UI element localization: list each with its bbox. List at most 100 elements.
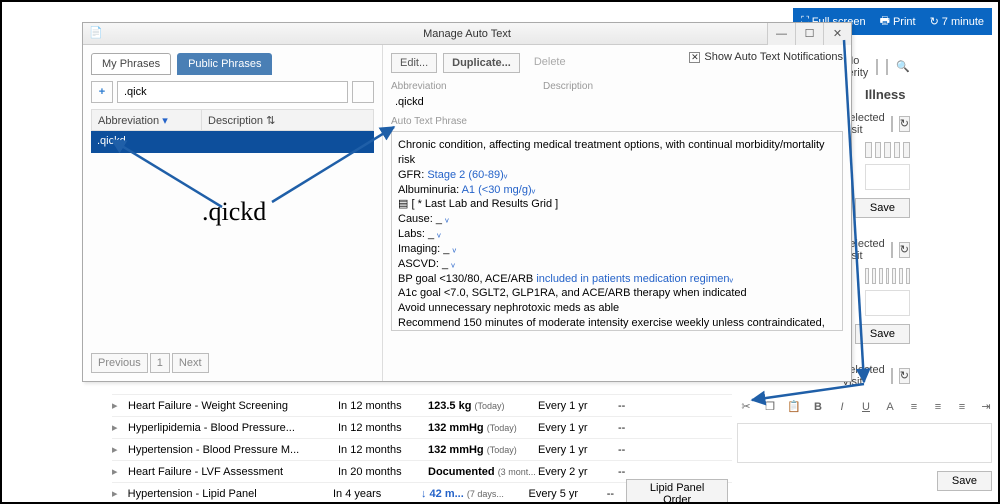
expand-icon[interactable]: ▸	[112, 421, 128, 434]
fmt-btn[interactable]	[865, 142, 872, 158]
rich-text-toolbar: ✂ ❐ 📋 B I U A ≡ ≡ ≡ ⇥ ⇤	[737, 397, 1000, 415]
rec-freq: Every 1 yr	[538, 444, 618, 456]
column-headers: Abbreviation ▾ Description ⇅	[91, 109, 374, 131]
selected-phrase-row[interactable]: .qickd	[91, 131, 374, 153]
row-abbr: .qickd	[91, 131, 201, 153]
tab-public-phrases[interactable]: Public Phrases	[177, 53, 272, 75]
align-center-icon[interactable]: ≡	[929, 397, 947, 415]
phrase-line: Chronic condition, affecting medical tre…	[398, 138, 836, 168]
annotation-label: .qickd	[202, 197, 266, 227]
save-button[interactable]: Save	[937, 471, 992, 491]
col-abbr[interactable]: Abbreviation	[98, 115, 159, 127]
save-button[interactable]: Save	[855, 324, 910, 344]
manage-auto-text-window: 📄 Manage Auto Text — ☐ ✕ ✕ Show Auto Tex…	[82, 22, 852, 382]
align-right-icon[interactable]: ≡	[953, 397, 971, 415]
search-icon[interactable]: 🔍	[896, 60, 910, 73]
rec-value: ↓ 42 m... (7 days...	[421, 488, 529, 500]
phrase-line: ASCVD: _ ᵥ	[398, 257, 836, 272]
text-entry-rte[interactable]	[737, 423, 992, 463]
table-row[interactable]: ▸ Hypertension - Lipid Panel In 4 years …	[112, 482, 732, 504]
phrase-line: Recommend 150 minutes of moderate intens…	[398, 316, 836, 331]
window-title: Manage Auto Text	[423, 28, 511, 40]
search-dropdown-icon[interactable]	[352, 81, 374, 103]
expand-icon[interactable]: ▸	[112, 399, 128, 412]
font-color-button[interactable]: A	[881, 397, 899, 415]
rec-due: In 4 years	[333, 488, 421, 500]
time-indicator: ↻ 7 minute	[930, 15, 984, 28]
maximize-button[interactable]: ☐	[795, 23, 823, 45]
visit-btn-2[interactable]	[891, 242, 893, 258]
fmt-btn[interactable]	[903, 142, 910, 158]
lipid-panel-order-button[interactable]: Lipid Panel Order	[626, 479, 728, 504]
sort-icon[interactable]	[886, 59, 888, 75]
titlebar: 📄 Manage Auto Text — ☐ ✕	[83, 23, 851, 45]
search-input[interactable]	[117, 81, 348, 103]
copy-icon[interactable]: ❐	[761, 397, 779, 415]
table-row[interactable]: ▸ Hyperlipidemia - Blood Pressure... In …	[112, 416, 732, 438]
save-button[interactable]: Save	[855, 198, 910, 218]
next-button[interactable]: Next	[172, 353, 209, 373]
minimize-button[interactable]: —	[767, 23, 795, 45]
expand-icon[interactable]: ▸	[112, 465, 128, 478]
fmt-btn[interactable]	[872, 268, 876, 284]
paging-controls: Previous 1 Next	[91, 353, 209, 373]
visit-btn-1[interactable]	[891, 116, 893, 132]
auto-text-phrase-preview: Chronic condition, affecting medical tre…	[391, 131, 843, 331]
rec-dash: --	[618, 422, 638, 434]
refresh-icon[interactable]: ↻	[899, 116, 910, 132]
table-row[interactable]: ▸ Hypertension - Blood Pressure M... In …	[112, 438, 732, 460]
fmt-btn[interactable]	[899, 268, 903, 284]
indent-icon[interactable]: ⇥	[977, 397, 995, 415]
page-number[interactable]: 1	[150, 353, 170, 373]
text-entry-1[interactable]	[865, 164, 910, 190]
cut-icon[interactable]: ✂	[737, 397, 755, 415]
fmt-btn[interactable]	[879, 268, 883, 284]
align-left-icon[interactable]: ≡	[905, 397, 923, 415]
fmt-btn[interactable]	[884, 142, 891, 158]
fmt-btn[interactable]	[906, 268, 910, 284]
duplicate-button[interactable]: Duplicate...	[443, 53, 520, 73]
prev-button[interactable]: Previous	[91, 353, 148, 373]
fmt-btn[interactable]	[892, 268, 896, 284]
rec-value: 132 mmHg (Today)	[428, 444, 538, 456]
close-button[interactable]: ✕	[823, 23, 851, 45]
edit-button[interactable]: Edit...	[391, 53, 437, 73]
visit-btn-3[interactable]	[891, 368, 893, 384]
abbr-label: Abbreviation	[391, 81, 531, 92]
expand-icon[interactable]: ▸	[112, 443, 128, 456]
table-row[interactable]: ▸ Heart Failure - Weight Screening In 12…	[112, 394, 732, 416]
recommendations-grid: ▸ Heart Failure - Weight Screening In 12…	[112, 394, 732, 504]
paste-icon[interactable]: 📋	[785, 397, 803, 415]
underline-button[interactable]: U	[857, 397, 875, 415]
rec-due: In 12 months	[338, 422, 428, 434]
text-entry-2[interactable]	[865, 290, 910, 316]
fmt-btn[interactable]	[865, 268, 869, 284]
rec-name: Hypertension - Blood Pressure M...	[128, 444, 338, 456]
desc-label: Description	[543, 81, 683, 92]
rec-name: Heart Failure - Weight Screening	[128, 400, 338, 412]
phrase-line: Labs: _ ᵥ	[398, 227, 836, 242]
add-phrase-button[interactable]: +	[91, 81, 113, 103]
fmt-btn[interactable]	[894, 142, 901, 158]
italic-button[interactable]: I	[833, 397, 851, 415]
rec-freq: Every 2 yr	[538, 466, 618, 478]
phrase-line: A1c goal <7.0, SGLT2, GLP1RA, and ACE/AR…	[398, 286, 836, 301]
phrase-line: Imaging: _ ᵥ	[398, 242, 836, 257]
rec-dash: --	[618, 444, 638, 456]
rec-value: 123.5 kg (Today)	[428, 400, 538, 412]
rec-value: 132 mmHg (Today)	[428, 422, 538, 434]
fmt-btn[interactable]	[875, 142, 882, 158]
phrase-line: ▤ [ * Last Lab and Results Grid ]	[398, 197, 836, 212]
phrase-label: Auto Text Phrase	[391, 116, 843, 127]
phrase-line: GFR: Stage 2 (60-89)ᵥ	[398, 168, 836, 183]
col-desc[interactable]: Description	[208, 115, 263, 127]
tab-my-phrases[interactable]: My Phrases	[91, 53, 171, 75]
ehr-background-panel: ✉ 0 👤 No Severity 🔍 Illness Selected Vis…	[857, 46, 918, 402]
delete-button[interactable]: Delete	[526, 53, 574, 73]
bold-button[interactable]: B	[809, 397, 827, 415]
refresh-icon[interactable]: ↻	[899, 242, 910, 258]
fmt-btn[interactable]	[886, 268, 890, 284]
refresh-icon[interactable]: ↻	[899, 368, 910, 384]
filter-icon[interactable]	[876, 59, 878, 75]
expand-icon[interactable]: ▸	[112, 487, 128, 500]
